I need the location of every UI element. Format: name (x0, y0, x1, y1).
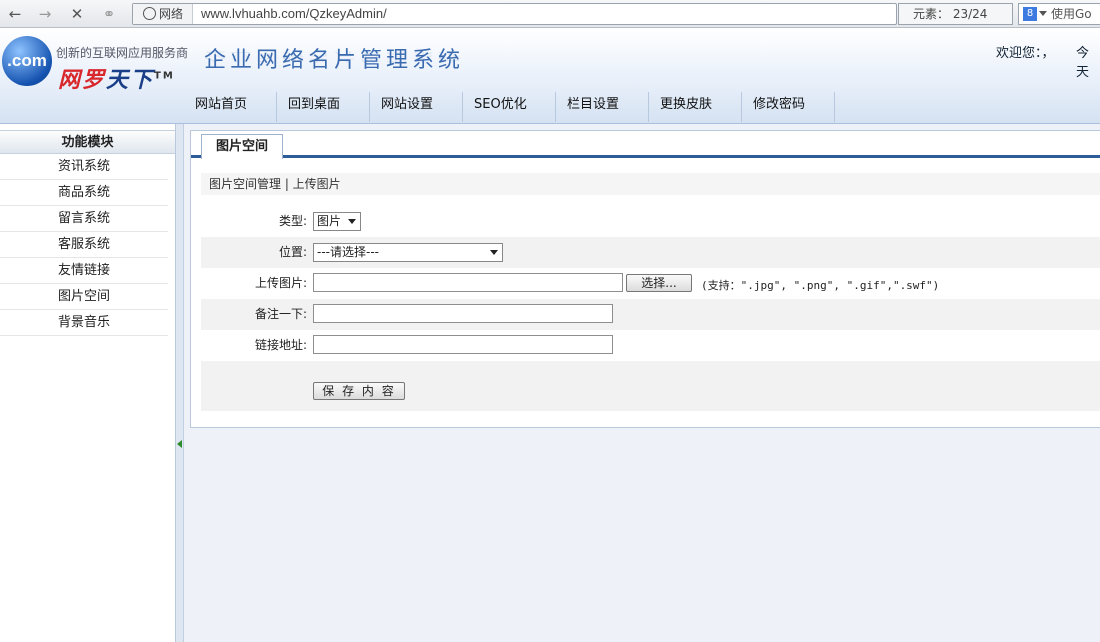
nav-site-settings[interactable]: 网站设置 (370, 92, 463, 122)
breadcrumb: 图片空间管理 | 上传图片 (201, 173, 1100, 195)
network-label: 网络 (159, 7, 184, 21)
site-header: .com 创新的互联网应用服务商 网罗天下TM 企业网络名片管理系统 企业网络名… (0, 28, 1100, 124)
sidebar-item-images[interactable]: 图片空间 (0, 284, 168, 310)
key-icon[interactable]: ⚭ (98, 4, 120, 24)
form-row-note: 备注一下: (201, 299, 1100, 330)
browser-toolbar: ← → ✕ ⚭ 网络 www.lvhuahb.com/QzkeyAdmin/ 元… (0, 0, 1100, 28)
sidebar-item-service[interactable]: 客服系统 (0, 232, 168, 258)
sidebar-item-links[interactable]: 友情链接 (0, 258, 168, 284)
position-label: 位置: (278, 245, 307, 259)
nav-change-skin[interactable]: 更换皮肤 (649, 92, 742, 122)
form-row-upload: 上传图片: 选择... (支持：".jpg", ".png", ".gif","… (201, 268, 1100, 299)
note-input[interactable] (313, 304, 613, 323)
sidebar-title: 功能模块 (0, 130, 175, 154)
upload-label: 上传图片: (254, 276, 307, 290)
form-row-position: 位置: ---请选择--- (201, 237, 1100, 268)
brand-red: 网罗 (58, 68, 107, 93)
position-select-value: ---请选择--- (317, 245, 379, 259)
brand-logo: 网罗天下TM (58, 62, 175, 94)
chevron-down-icon (348, 219, 356, 224)
form-row-submit: 保 存 内 容 (201, 361, 1100, 411)
save-button[interactable]: 保 存 内 容 (313, 382, 405, 400)
position-select[interactable]: ---请选择--- (313, 243, 503, 262)
today-text: 今天 (1076, 46, 1090, 80)
nav-home[interactable]: 网站首页 (184, 92, 277, 122)
globe-icon (143, 7, 156, 20)
tab-strip: 图片空间 (191, 131, 1100, 159)
search-engine-icon[interactable]: 8 (1023, 7, 1037, 21)
type-select-value: 图片 (317, 214, 342, 228)
chevron-down-icon[interactable] (1039, 11, 1047, 16)
top-nav: 网站首页 回到桌面 网站设置 SEO优化 栏目设置 更换皮肤 修改密码 (184, 92, 835, 124)
nav-desktop[interactable]: 回到桌面 (277, 92, 370, 122)
browse-button[interactable]: 选择... (626, 274, 692, 292)
note-label: 备注一下: (254, 307, 307, 321)
stop-icon[interactable]: ✕ (66, 4, 88, 24)
sidebar-item-products[interactable]: 商品系统 (0, 180, 168, 206)
upload-hint: (支持：".jpg", ".png", ".gif",".swf") (701, 279, 940, 292)
collapse-arrow-icon[interactable] (177, 440, 182, 448)
nav-column-settings[interactable]: 栏目设置 (556, 92, 649, 122)
forward-icon[interactable]: → (34, 4, 56, 24)
brand-blue: 天下 (106, 68, 155, 93)
upload-path-input[interactable] (313, 273, 623, 292)
sidebar-item-music[interactable]: 背景音乐 (0, 310, 168, 336)
search-box[interactable]: 8 使用Go (1018, 3, 1100, 25)
type-label: 类型: (278, 214, 307, 228)
address-bar[interactable]: 网络 www.lvhuahb.com/QzkeyAdmin/ (132, 3, 897, 25)
link-input[interactable] (313, 335, 613, 354)
chevron-down-icon (490, 250, 498, 255)
nav-change-password[interactable]: 修改密码 (742, 92, 835, 122)
network-indicator[interactable]: 网络 (133, 4, 193, 24)
search-placeholder: 使用Go (1051, 7, 1092, 21)
link-label: 链接地址: (254, 338, 307, 352)
welcome-text: 欢迎您：， (996, 46, 1055, 61)
system-title-reflection: 企业网络名片管理系统 (204, 48, 465, 63)
logo-globe: .com (2, 36, 52, 86)
sidebar-splitter[interactable] (176, 124, 184, 642)
nav-seo[interactable]: SEO优化 (463, 92, 556, 122)
slogan: 创新的互联网应用服务商 (56, 46, 189, 60)
brand-tm: TM (154, 70, 175, 82)
back-icon[interactable]: ← (4, 4, 26, 24)
type-select[interactable]: 图片 (313, 212, 361, 231)
main-panel: 图片空间 图片空间管理 | 上传图片 类型: 图片 位置: ---请选择--- … (190, 130, 1100, 428)
form-row-link: 链接地址: (201, 330, 1100, 361)
tab-image-space[interactable]: 图片空间 (201, 134, 283, 159)
form-row-type: 类型: 图片 (201, 206, 1100, 237)
sidebar-item-messages[interactable]: 留言系统 (0, 206, 168, 232)
sidebar: 功能模块 资讯系统 商品系统 留言系统 客服系统 友情链接 图片空间 背景音乐 (0, 124, 176, 642)
url-text[interactable]: www.lvhuahb.com/QzkeyAdmin/ (201, 4, 387, 24)
sidebar-item-news[interactable]: 资讯系统 (0, 154, 168, 180)
elements-counter: 元素： 23/24 (898, 3, 1013, 25)
